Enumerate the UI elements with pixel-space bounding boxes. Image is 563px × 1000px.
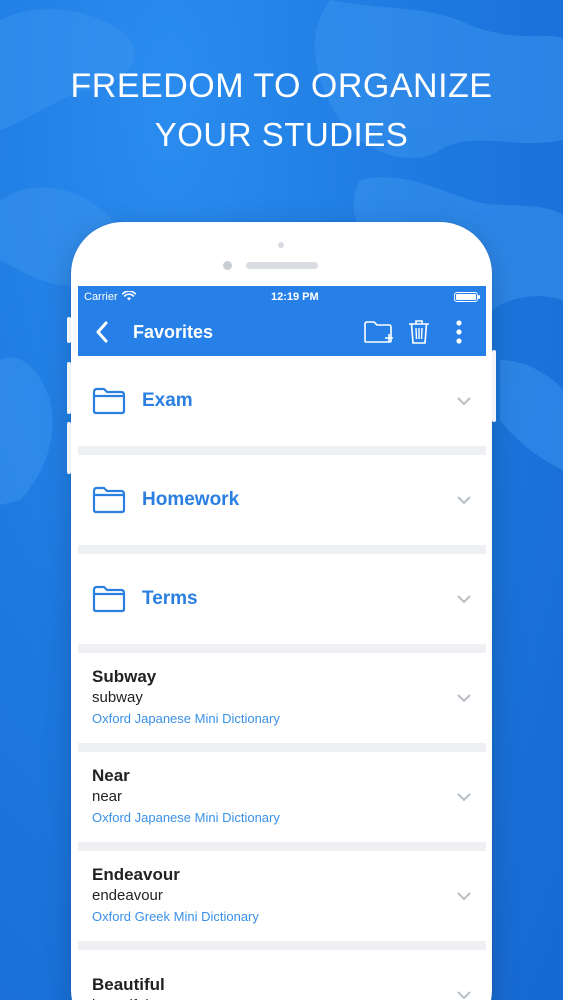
page-title: Favorites [133, 321, 214, 342]
folder-name: Homework [142, 489, 240, 510]
chevron-left-icon [96, 321, 108, 343]
phone-volume-down [67, 422, 71, 474]
list-item[interactable]: Near near Oxford Japanese Mini Dictionar… [78, 752, 486, 842]
folder-item-homework[interactable]: Homework [78, 455, 486, 545]
folder-name: Terms [142, 588, 198, 609]
wifi-icon [121, 289, 136, 304]
phone-power-button [492, 350, 496, 422]
word-translation: near [92, 788, 123, 805]
word-translation: endeavour [92, 887, 163, 904]
word-headword: Endeavour [92, 865, 180, 884]
list-item[interactable]: Endeavour endeavour Oxford Greek Mini Di… [78, 851, 486, 941]
word-headword: Beautiful [92, 975, 165, 994]
word-source[interactable]: Oxford Greek Mini Dictionary [92, 906, 456, 928]
list-item[interactable]: Beautiful beautiful [78, 950, 486, 1000]
folder-item-exam[interactable]: Exam [78, 356, 486, 446]
headline-line-2: YOUR STUDIES [154, 116, 409, 153]
nav-bar: Favorites [78, 308, 486, 356]
word-translation: beautiful [92, 996, 456, 1000]
folder-icon [92, 387, 126, 415]
trash-icon [409, 320, 429, 344]
chevron-down-icon[interactable] [456, 987, 472, 1000]
folder-icon [92, 486, 126, 514]
word-source[interactable]: Oxford Japanese Mini Dictionary [92, 807, 456, 829]
new-folder-icon [364, 321, 393, 343]
chevron-down-icon[interactable] [456, 492, 472, 508]
new-folder-button[interactable] [362, 315, 396, 349]
folder-icon [92, 585, 126, 613]
list-item[interactable]: Subway subway Oxford Japanese Mini Dicti… [78, 653, 486, 743]
folder-item-terms[interactable]: Terms [78, 554, 486, 644]
more-button[interactable] [442, 315, 476, 349]
word-source[interactable]: Oxford Japanese Mini Dictionary [92, 708, 456, 730]
phone-speaker [246, 262, 318, 269]
status-time: 12:19 PM [270, 291, 319, 303]
battery-icon [453, 292, 480, 302]
phone-side-button [67, 317, 71, 343]
phone-volume-up [67, 362, 71, 414]
word-headword: Subway [92, 667, 157, 686]
status-bar: Carrier 12:19 PM [78, 286, 486, 308]
favorites-list: Exam Homework Terms Subway subway Oxford… [78, 356, 486, 1000]
headline: FREEDOM TO ORGANIZE YOUR STUDIES [0, 62, 563, 160]
headline-line-1: FREEDOM TO ORGANIZE [70, 67, 493, 105]
phone-camera [223, 261, 232, 270]
app-screen: Carrier 12:19 PM Favorites Exam Homework… [78, 286, 486, 1000]
back-button[interactable] [90, 318, 114, 346]
chevron-down-icon[interactable] [456, 591, 472, 607]
more-vertical-icon [456, 320, 462, 344]
chevron-down-icon[interactable] [456, 789, 472, 805]
delete-button[interactable] [402, 315, 436, 349]
carrier-label: Carrier [84, 291, 118, 303]
folder-name: Exam [142, 390, 193, 411]
phone-sensor [278, 242, 284, 248]
chevron-down-icon[interactable] [456, 690, 472, 706]
chevron-down-icon[interactable] [456, 393, 472, 409]
word-translation: subway [92, 689, 143, 706]
chevron-down-icon[interactable] [456, 888, 472, 904]
word-headword: Near [92, 766, 130, 785]
